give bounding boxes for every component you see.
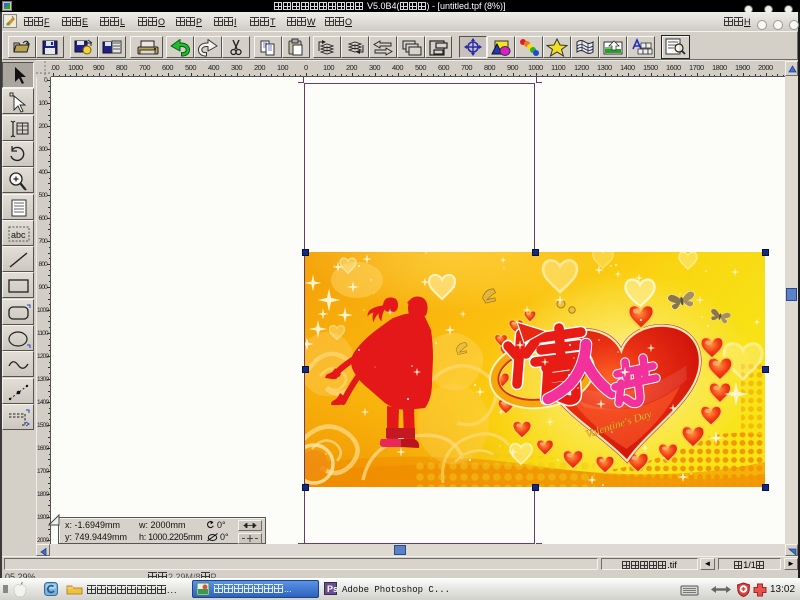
svg-text:abc: abc <box>11 230 26 240</box>
